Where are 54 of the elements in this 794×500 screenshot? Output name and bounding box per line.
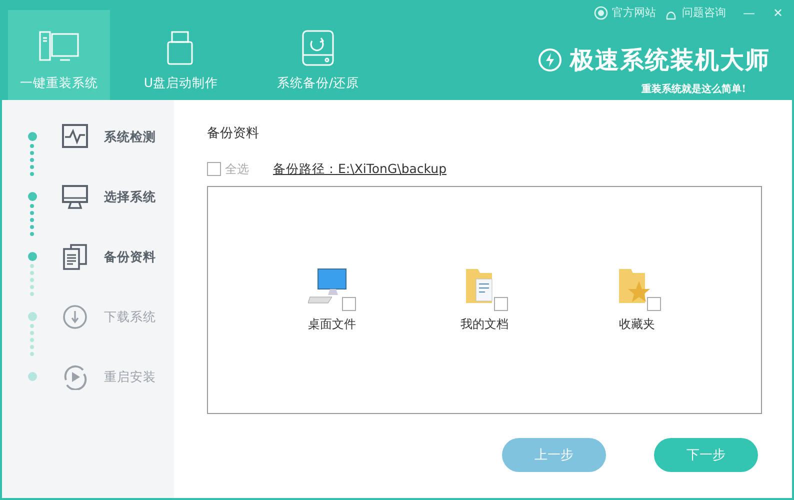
progress-dot — [30, 292, 34, 296]
next-button[interactable]: 下一步 — [654, 438, 758, 472]
progress-dot — [30, 264, 34, 268]
progress-dot — [30, 324, 34, 328]
step-label: 选择系统 — [104, 188, 156, 206]
checkbox[interactable] — [646, 297, 661, 312]
brand-title: 极速系统装机大师 — [570, 45, 770, 76]
item-label: 桌面文件 — [308, 316, 356, 334]
progress-dot — [30, 285, 34, 289]
progress-dot — [30, 271, 34, 275]
progress-dot — [30, 204, 34, 208]
checkbox[interactable] — [207, 162, 221, 176]
lightning-bolt-icon — [538, 48, 562, 72]
progress-dot — [30, 345, 34, 349]
documents-icon — [62, 244, 88, 270]
back-button[interactable]: 上一步 — [502, 438, 606, 472]
progress-dot — [30, 218, 34, 222]
progress-dot — [30, 352, 34, 356]
progress-dot — [30, 278, 34, 282]
monitor-icon — [62, 184, 88, 210]
step-label: 下载系统 — [104, 308, 156, 326]
progress-dot — [30, 232, 34, 236]
progress-dot — [30, 225, 34, 229]
nav-tab[interactable]: U盘启动制作 — [130, 10, 232, 100]
restart-icon — [62, 364, 88, 390]
computer-icon — [308, 267, 348, 306]
backup-path-link[interactable]: 备份路径：E:\XiTonG\backup — [273, 160, 447, 178]
globe-icon — [594, 6, 608, 20]
progress-dot — [30, 144, 34, 148]
step-label: 系统检测 — [104, 128, 156, 146]
minimize-button[interactable]: — — [742, 3, 756, 23]
nav-tab[interactable]: 系统备份/还原 — [267, 10, 369, 100]
section-title: 备份资料 — [207, 125, 260, 143]
checkbox-label: 全选 — [225, 160, 249, 178]
progress-dot — [30, 151, 34, 155]
checkbox[interactable] — [494, 297, 508, 312]
progress-dot — [30, 338, 34, 342]
progress-dot — [30, 172, 34, 176]
top-link[interactable]: 问题咨询 — [664, 4, 726, 22]
close-button[interactable]: ✕ — [772, 3, 784, 23]
item-label: 我的文档 — [460, 316, 508, 334]
nav-tab[interactable]: 一键重装系统 — [8, 10, 110, 100]
download-circle-icon — [62, 304, 88, 330]
top-link[interactable]: 官方网站 — [594, 4, 656, 22]
progress-dot — [30, 211, 34, 215]
brand-slogan: 重装系统就是这么简单! — [642, 82, 746, 97]
pulse-monitor-icon — [62, 124, 88, 150]
item-label: 收藏夹 — [618, 316, 655, 334]
step-label: 重启安装 — [104, 368, 156, 386]
progress-dot — [30, 158, 34, 162]
progress-dot — [30, 331, 34, 335]
checkbox[interactable] — [342, 297, 356, 312]
progress-dot — [30, 165, 34, 169]
step-label: 备份资料 — [104, 248, 156, 266]
